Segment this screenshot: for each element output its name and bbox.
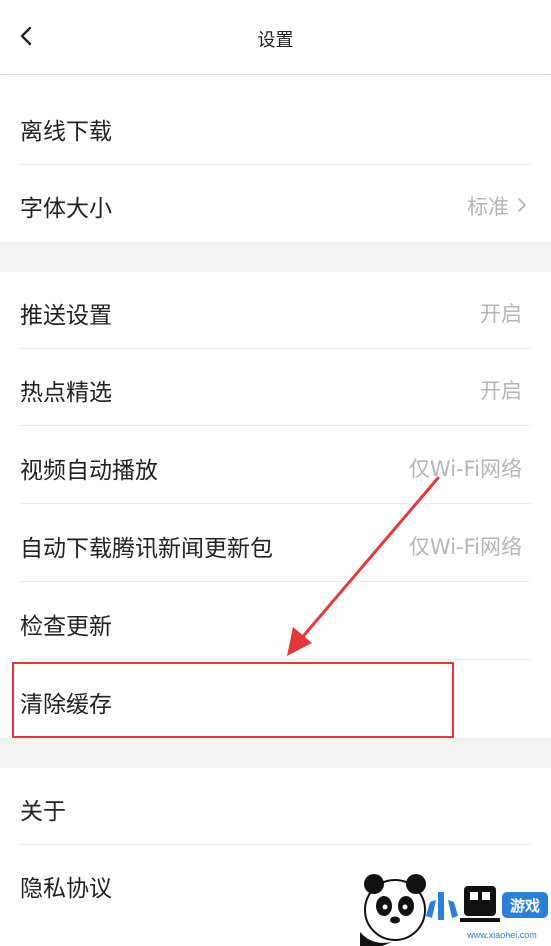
row-label: 热点精选 (20, 380, 112, 406)
svg-text:游戏: 游戏 (510, 897, 540, 915)
section-gap (0, 242, 551, 272)
highlight-box (12, 662, 454, 738)
row-value: 开启 (480, 302, 522, 326)
chevron-right-icon (518, 198, 526, 212)
settings-row-font-size[interactable]: 字体大小 标准 (0, 165, 551, 242)
row-divider (20, 503, 531, 504)
settings-row-offline-download[interactable]: 离线下载 (0, 88, 551, 165)
row-divider (20, 659, 531, 660)
section-gap (0, 738, 551, 768)
settings-row-push[interactable]: 推送设置 开启 (0, 272, 551, 349)
settings-row-check-update[interactable]: 检查更新 (0, 583, 551, 660)
settings-row-about[interactable]: 关于 (0, 768, 551, 845)
row-label: 离线下载 (20, 119, 112, 145)
settings-row-hot-picks[interactable]: 热点精选 开启 (0, 349, 551, 426)
row-divider (20, 581, 531, 582)
settings-row-video-autoplay[interactable]: 视频自动播放 仅Wi-Fi网络 (0, 427, 551, 504)
row-label: 自动下载腾讯新闻更新包 (20, 536, 273, 562)
row-label: 隐私协议 (20, 876, 112, 902)
row-value: 标准 (467, 195, 509, 219)
page-title: 设置 (257, 30, 294, 51)
row-label: 检查更新 (20, 614, 112, 640)
row-label: 推送设置 (20, 303, 112, 329)
row-value: 仅Wi-Fi网络 (408, 457, 522, 481)
row-label: 视频自动播放 (20, 458, 158, 484)
row-divider (20, 425, 531, 426)
row-label: 字体大小 (20, 196, 112, 222)
row-label: 关于 (20, 799, 66, 825)
watermark-logo: 游戏 www.xiaohei.com (360, 874, 548, 946)
svg-text:www.xiaohei.com: www.xiaohei.com (466, 930, 537, 940)
row-value: 仅Wi-Fi网络 (408, 535, 522, 559)
row-value: 开启 (480, 379, 522, 403)
settings-row-auto-update-download[interactable]: 自动下载腾讯新闻更新包 仅Wi-Fi网络 (0, 505, 551, 582)
top-bar: 设置 (0, 0, 551, 75)
